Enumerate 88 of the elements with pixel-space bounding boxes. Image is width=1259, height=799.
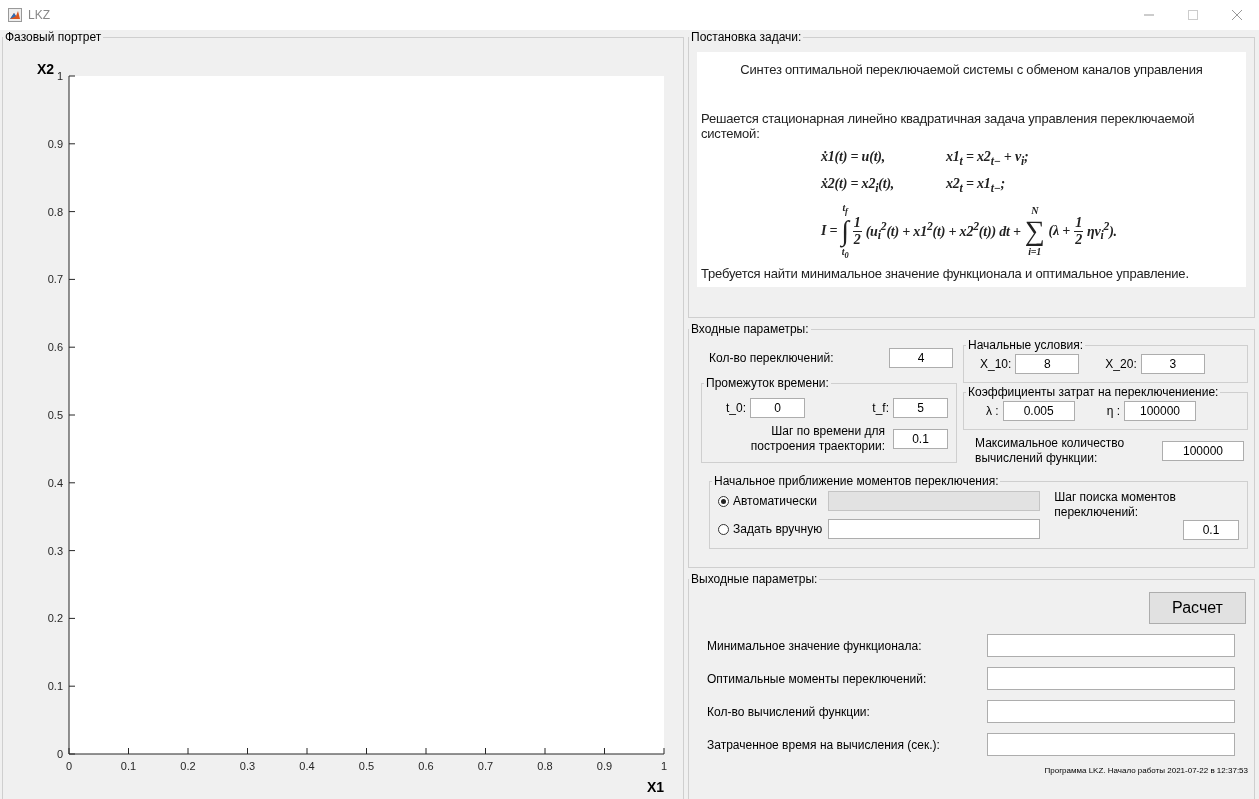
tick-label: 0.3 [239,760,256,772]
tick-label: 0.6 [418,760,434,772]
panel-title: Фазовый портрет [4,30,103,44]
field-label: Кол-во переключений: [709,351,834,365]
input-field[interactable]: 3 [1140,354,1205,374]
field-label: Затраченное время на вычисления (сек.): [707,737,941,752]
limit: i=1 [1028,246,1042,257]
field-label: Шаг по времени для построения траектории: [749,424,885,454]
tick-label: 0.2 [180,760,196,772]
operator: ∑ [1024,215,1045,247]
group-title: Коэффициенты затрат на переключениение: [967,385,1220,399]
field-label: Шаг поиска моментов переключений: [1054,490,1177,520]
numerator: 1 [852,215,862,232]
input-field[interactable]: 5 [893,398,948,418]
tick-label: 0.4 [299,760,315,772]
tick-label: 0.5 [47,409,63,421]
tick-label: 0.4 [47,476,63,489]
tick-label: 0.1 [120,760,137,772]
axis-label: X2 [37,61,55,77]
tick-label: 0.1 [47,680,63,693]
field-label: t_f: [872,401,889,415]
group-title: Промежуток времени: [705,376,830,390]
tick-label: 0.8 [537,760,553,772]
formula-text: I = [821,223,838,240]
tick-label: 0 [65,760,73,772]
field-label: X_20: [1105,357,1137,371]
problem-text: Требуется найти минимальное значение функционала и оптимальное управление. [701,266,1190,282]
numerator: 1 [1074,215,1083,232]
field-label: t_0: [726,401,746,415]
panel-title: Выходные параметры: [690,572,819,586]
panel-title: Входные параметры: [690,322,810,336]
radio-option[interactable]: Задать вручную [718,522,823,536]
input-field[interactable]: 0 [750,398,805,418]
tick-label: 0.9 [47,137,63,150]
maximize-icon[interactable] [1188,10,1198,20]
input-field[interactable]: 100000 [1124,401,1196,421]
tick-label: 0.8 [47,205,63,218]
tick-label: 0.2 [47,612,63,625]
calculate-button[interactable]: Расчет [1149,592,1246,624]
denominator: 2 [853,231,861,248]
problem-text: Решается стационарная линейно квадратичная задача управления переключаемой системой: [701,111,1196,141]
limit: t$_{f}$ [842,202,848,216]
close-icon[interactable] [1232,10,1242,20]
output-field[interactable] [987,667,1235,690]
input-field[interactable]: 4 [889,348,953,368]
limit: N [1031,205,1039,216]
equation: x1$_{t}$ = x2$_{t−}$ + v$_{i}$; [946,149,1030,168]
input-field[interactable]: 0.1 [1183,520,1239,540]
tick-label: 1 [56,70,63,82]
tick-label: 0.9 [596,760,613,772]
tick-label: 0 [56,748,63,760]
output-field[interactable] [987,634,1235,657]
app-icon [8,8,22,22]
input-field[interactable]: 0.1 [893,429,948,449]
panel-title: Постановка задачи: [690,30,803,44]
input-field[interactable]: 8 [1015,354,1080,374]
output-field[interactable] [987,733,1235,756]
field-label: η : [1106,404,1120,418]
axis-label: X1 [646,779,664,795]
window-title: LKZ [28,8,50,22]
field-label: Кол-во вычислений функции: [707,704,871,719]
field-label: X_10: [980,357,1012,371]
output-field[interactable] [987,700,1235,723]
field-label: Минимальное значение функционала: [707,638,923,653]
input-field[interactable]: 0.005 [1002,401,1075,421]
formula-text: ηv$_{i}$$^{2}$). [1086,220,1117,243]
tick-label: 0.6 [47,341,63,354]
field-label: Максимальное количество вычислений функции: [975,436,1126,466]
tick-label: 1 [660,760,668,772]
equation: ẋ1(t) = u(t), [821,149,887,166]
group-title: Начальные условия: [967,338,1085,352]
formula-text: (u$_{i}$$^{2}$(t) + x1$^{2}$(t) + x2$^{2}$(t)) dt + [865,220,1021,243]
tick-label: 0.5 [358,760,375,772]
field-label: Оптимальные моменты переключений: [707,671,928,686]
radio-option[interactable]: Автоматически [718,494,823,508]
formula-text: (λ + [1048,223,1071,240]
equation: x2$_{t}$ = x1$_{t−}$; [946,175,1006,195]
denominator: 2 [1075,231,1082,248]
tick-label: 0.7 [477,760,494,772]
group-title: Начальное приближение моментов переключения: [713,474,1000,488]
tick-label: 0.7 [47,273,63,286]
field-label: λ : [986,404,999,418]
problem-heading: Синтез оптимальной переключаемой системы с обменом каналов управления [739,62,1204,77]
input-field[interactable]: 100000 [1162,441,1244,461]
tick-label: 0.3 [47,544,63,557]
status-text: Программа LKZ. Начало работы 2021-07-22 в 12:37:53 [1043,766,1248,775]
equation: ẋ2(t) = x2$_{i}$(t), [821,175,896,195]
input-field[interactable] [828,519,1041,539]
